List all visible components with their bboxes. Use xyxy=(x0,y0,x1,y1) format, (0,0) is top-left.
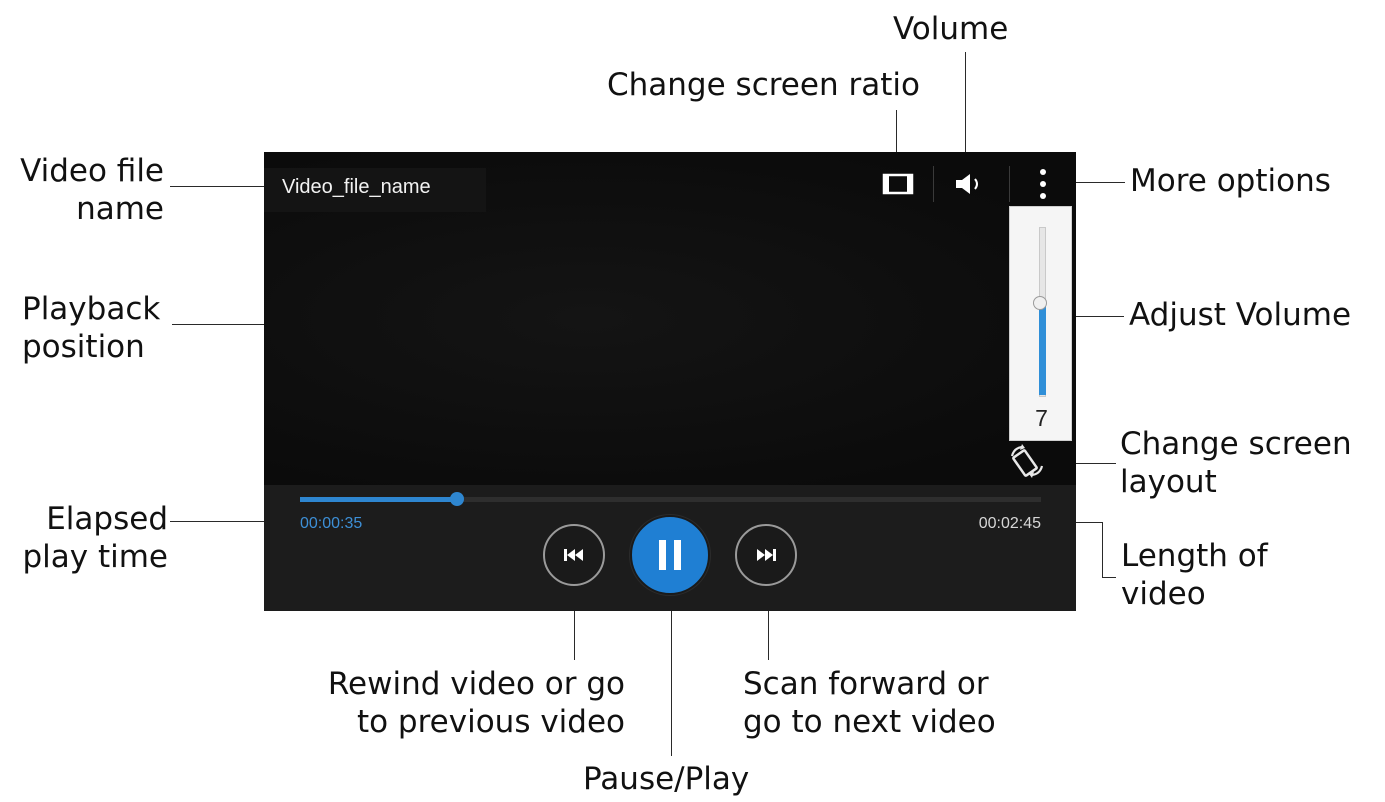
volume-slider-fill xyxy=(1039,303,1046,395)
callout-more-options: More options xyxy=(1130,163,1331,199)
seek-bar-thumb[interactable] xyxy=(450,492,464,506)
video-file-name: Video_file_name xyxy=(282,176,431,198)
video-player: Video_file_name 7 00:00:35 00:02:45 xyxy=(264,152,1076,611)
rotate-screen-icon[interactable] xyxy=(1008,444,1048,483)
callout-elapsed-play-time: Elapsed play time xyxy=(22,501,168,575)
leader-length-v xyxy=(1102,522,1103,578)
forward-button[interactable] xyxy=(735,524,797,586)
rewind-button[interactable] xyxy=(543,524,605,586)
callout-video-file-name: Video file name xyxy=(20,153,164,227)
toolbar-separator xyxy=(933,166,934,202)
callout-volume: Volume xyxy=(893,11,1009,47)
callout-change-screen-ratio: Change screen ratio xyxy=(607,67,920,103)
vertical-dots-icon[interactable] xyxy=(1036,168,1050,205)
volume-level: 7 xyxy=(1035,405,1048,431)
callout-adjust-volume: Adjust Volume xyxy=(1129,297,1352,333)
volume-slider-thumb[interactable] xyxy=(1033,296,1047,310)
total-duration: 00:02:45 xyxy=(978,515,1041,532)
elapsed-time: 00:00:35 xyxy=(300,515,363,532)
seek-bar-progress xyxy=(300,497,457,502)
callout-forward: Scan forward or go to next video xyxy=(743,666,996,740)
skip-next-icon xyxy=(757,549,776,561)
toolbar-separator xyxy=(1009,166,1010,202)
volume-panel: 7 xyxy=(1009,206,1072,441)
leader-pause xyxy=(671,598,672,756)
leader-volume xyxy=(965,52,966,164)
playback-controls: 00:00:35 00:02:45 xyxy=(264,485,1076,611)
skip-previous-icon xyxy=(564,549,583,561)
speaker-icon[interactable] xyxy=(953,170,987,203)
callout-change-screen-layout: Change screen layout xyxy=(1120,426,1352,500)
pause-icon xyxy=(659,540,681,570)
leader-length-h2 xyxy=(1102,577,1116,578)
callout-playback-position: Playback position xyxy=(22,291,161,365)
callout-rewind: Rewind video or go to previous video xyxy=(327,666,625,740)
screen-ratio-icon[interactable] xyxy=(881,170,915,203)
callout-pause-play: Pause/Play xyxy=(583,761,750,797)
callout-length-of-video: Length of video xyxy=(1121,538,1268,612)
pause-button[interactable] xyxy=(630,515,710,595)
